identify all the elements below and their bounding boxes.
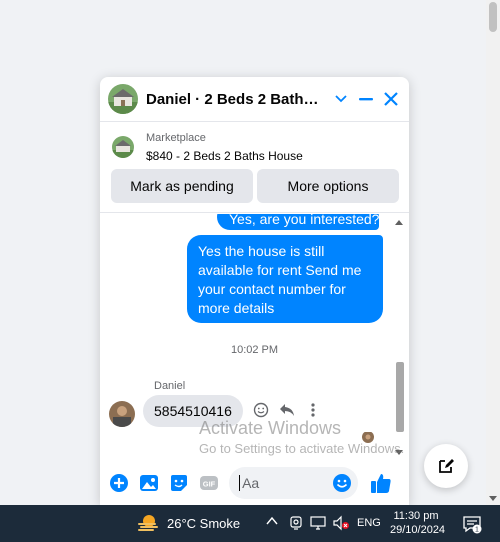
new-message-button[interactable] (424, 444, 468, 488)
camera-icon[interactable] (288, 515, 304, 531)
mark-as-pending-button[interactable]: Mark as pending (111, 169, 253, 203)
page-scrollbar-thumb[interactable] (489, 2, 497, 32)
reply-icon[interactable] (278, 401, 296, 419)
listing-label: Marketplace (146, 132, 206, 144)
plus-icon[interactable] (108, 472, 129, 494)
emoji-icon[interactable] (332, 473, 352, 493)
gif-label: GIF (203, 480, 216, 489)
clock[interactable]: 11:30 pm 29/10/2024 (390, 509, 446, 537)
close-icon[interactable] (380, 88, 401, 110)
like-icon[interactable] (370, 472, 392, 494)
activate-windows-subtitle: Go to Settings to activate Windows. (199, 441, 405, 456)
composer: GIF (100, 461, 409, 505)
message-input[interactable] (239, 475, 330, 491)
message-timestamp: 10:02 PM (230, 344, 279, 356)
message-scrollbar-thumb[interactable] (396, 362, 404, 432)
clock-date: 29/10/2024 (390, 524, 446, 536)
chat-header[interactable]: Daniel · 2 Beds 2 Baths Ho... (100, 77, 409, 122)
scroll-up-arrow[interactable] (395, 220, 403, 225)
weather-text[interactable]: 26°C Smoke (167, 516, 240, 531)
listing-actions: Mark as pending More options (111, 169, 399, 203)
message-input-container[interactable] (229, 467, 358, 499)
message-actions (252, 401, 322, 419)
listing-thumbnail (112, 136, 134, 158)
chevron-down-icon[interactable] (330, 88, 351, 110)
compose-icon (439, 459, 454, 473)
weather-smoke-icon[interactable] (137, 513, 159, 533)
minimize-icon[interactable] (355, 88, 376, 110)
chat-title[interactable]: Daniel · 2 Beds 2 Baths Ho... (146, 91, 326, 108)
sender-name: Daniel (154, 380, 186, 392)
more-options-button[interactable]: More options (257, 169, 399, 203)
listing-title[interactable]: $840 - 2 Beds 2 Baths House (146, 149, 303, 163)
outgoing-message[interactable]: Yes, are you interested? (217, 214, 379, 230)
language-indicator[interactable]: ENG (357, 517, 381, 529)
message-scrollbar[interactable] (394, 214, 404, 460)
notification-icon[interactable]: 1 (462, 514, 482, 534)
volume-muted-icon[interactable] (332, 515, 349, 531)
listing-avatar[interactable] (108, 84, 138, 114)
page-scroll-down-arrow[interactable] (489, 496, 497, 501)
windows-taskbar: 26°C Smoke ENG 11:30 pm 29/10/2024 1 (0, 505, 500, 542)
activate-windows-title: Activate Windows (199, 418, 342, 438)
network-icon[interactable] (310, 515, 326, 531)
sticker-icon[interactable] (169, 472, 190, 494)
sender-avatar[interactable] (109, 401, 135, 427)
notification-count: 1 (475, 527, 479, 534)
react-emoji-icon[interactable] (252, 401, 270, 419)
page-scrollbar[interactable] (486, 0, 500, 505)
clock-time: 11:30 pm (393, 510, 439, 522)
more-vertical-icon[interactable] (304, 401, 322, 419)
gif-icon[interactable]: GIF (199, 472, 220, 494)
image-icon[interactable] (138, 472, 159, 494)
outgoing-message[interactable]: Yes the house is still available for ren… (187, 235, 383, 323)
chevron-up-icon[interactable] (266, 515, 278, 529)
